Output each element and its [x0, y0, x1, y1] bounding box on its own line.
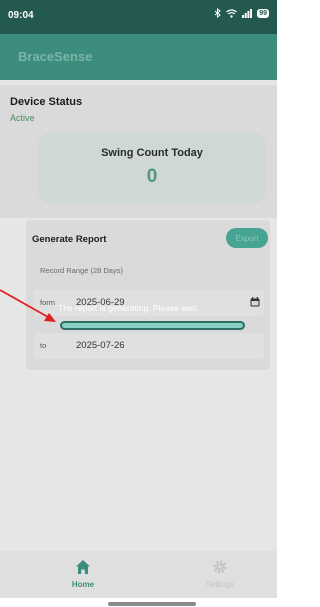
wifi-icon: [226, 8, 238, 18]
report-heading: Generate Report: [32, 234, 107, 245]
signal-icon: [242, 8, 253, 18]
status-icons: 99: [214, 8, 269, 18]
app-bar: BraceSense: [0, 34, 277, 80]
phone-frame: 09:04 99 BraceSense Device Status Active…: [0, 0, 277, 607]
to-date-field[interactable]: to 2025-07-26: [34, 333, 264, 359]
nav-item-settings[interactable]: Settings: [170, 551, 270, 598]
status-time: 09:04: [8, 10, 34, 21]
swing-count-label: Swing Count Today: [101, 147, 203, 159]
home-indicator[interactable]: [108, 602, 196, 606]
export-button[interactable]: Export: [226, 228, 268, 248]
device-status-value: Active: [10, 113, 35, 123]
gear-icon: [213, 560, 227, 574]
calendar-icon[interactable]: [250, 297, 260, 307]
bottom-nav: Home Settings: [0, 551, 277, 598]
status-bar: 09:04 99: [0, 0, 277, 34]
app-title: BraceSense: [18, 49, 93, 64]
device-status-card: Device Status Active Swing Count Today 0: [0, 85, 277, 218]
to-date-prefix: to: [40, 341, 47, 350]
toast-message: The report is generating. Please wait.: [58, 303, 199, 313]
device-status-heading: Device Status: [10, 96, 83, 108]
record-range-label: Record Range (28 Days): [40, 266, 123, 275]
report-progress-bar: [60, 321, 245, 330]
swing-count-value: 0: [146, 166, 158, 187]
nav-item-home[interactable]: Home: [33, 551, 133, 598]
annotation-arrow-icon: [0, 289, 56, 322]
swing-count-box: Swing Count Today 0: [38, 133, 266, 203]
nav-label-settings: Settings: [205, 580, 235, 589]
nav-label-home: Home: [71, 580, 95, 589]
home-icon: [76, 560, 90, 574]
to-date-value: 2025-07-26: [76, 340, 125, 351]
battery-icon: 99: [257, 8, 269, 18]
bluetooth-icon: [214, 8, 222, 18]
